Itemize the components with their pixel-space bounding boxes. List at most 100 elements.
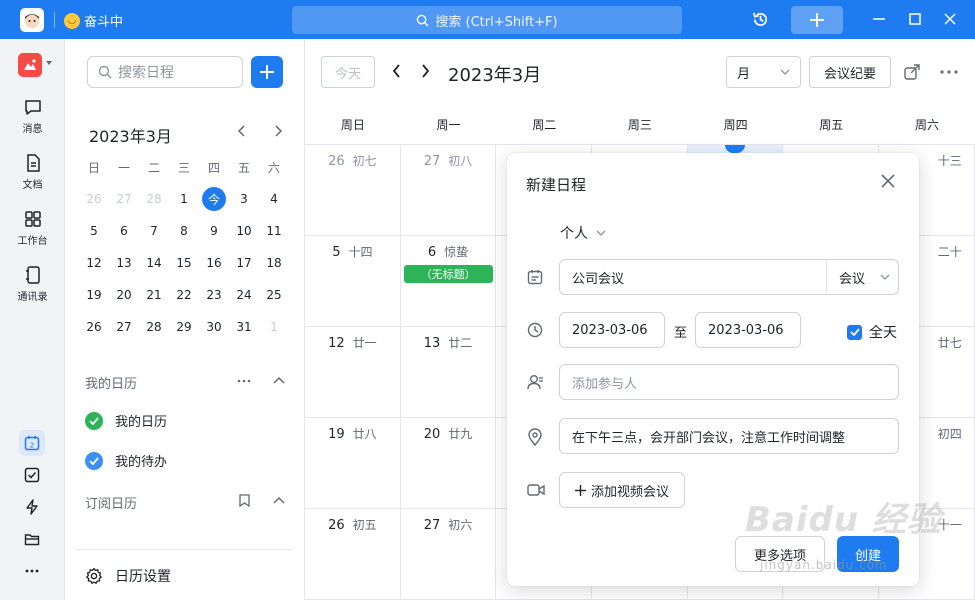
subscribed-collapse-button[interactable] [273,495,285,505]
dialog-title: 新建日程 [526,176,587,194]
end-date-input[interactable]: 2023-03-06 [695,312,801,348]
nav-files[interactable] [19,526,45,552]
day-cell[interactable]: 26 初五 [305,509,401,599]
today-button[interactable]: 今天 [321,56,375,88]
history-button[interactable] [751,10,770,29]
mini-day[interactable]: 18 [259,247,289,279]
mini-day[interactable]: 17 [229,247,259,279]
maximize-button[interactable] [908,12,922,26]
meeting-notes-button[interactable]: 会议纪要 [809,56,891,88]
day-cell[interactable]: 19 廿八 [305,418,401,508]
mini-day[interactable]: 15 [169,247,199,279]
day-cell[interactable]: 27 初六 [401,509,497,599]
mini-day[interactable]: 16 [199,247,229,279]
mini-day[interactable]: 19 [79,279,109,311]
mini-day[interactable]: 24 [229,279,259,311]
day-cell[interactable]: 26 初七 [305,145,401,235]
mini-day-number: 1 [270,320,278,334]
calendar-item-my-todo[interactable]: 我的待办 [85,451,167,470]
event-type-select[interactable]: 会议 [826,259,898,295]
mini-day[interactable]: 3 [229,183,259,215]
view-select[interactable]: 月 [726,56,801,88]
attendees-input[interactable]: 添加参与人 [559,364,899,400]
start-date-input[interactable]: 2023-03-06 [559,312,665,348]
my-calendars-collapse-button[interactable] [273,375,285,385]
mini-prev-month-button[interactable] [237,125,247,137]
day-number: 26 [328,518,345,533]
chevron-down-icon[interactable] [46,61,52,65]
day-cell[interactable]: 6 惊蛰 （无标题） [401,236,497,326]
mini-next-month-button[interactable] [273,125,283,137]
nav-docs[interactable]: 文档 [0,153,65,191]
quick-create-button[interactable] [791,6,843,34]
chevron-up-icon [273,376,285,384]
dialog-close-button[interactable] [880,173,896,189]
mini-day[interactable]: 10 [229,215,259,247]
mini-day[interactable]: 1 [169,183,199,215]
mini-day[interactable]: 14 [139,247,169,279]
mini-day[interactable]: 1 [259,311,289,343]
calendar-select[interactable]: 个人 [560,223,608,243]
mini-day[interactable]: 28 [139,183,169,215]
add-schedule-button[interactable] [251,56,283,88]
nav-more[interactable] [19,558,45,584]
nav-approval[interactable] [19,494,45,520]
event-type-value: 会议 [839,271,866,287]
mini-day[interactable]: 13 [109,247,139,279]
next-month-button[interactable] [420,64,430,78]
calendar-settings-button[interactable]: 日历设置 [85,566,171,586]
mini-day-number: 13 [116,256,132,270]
close-window-button[interactable] [943,12,957,26]
mini-day[interactable]: 23 [199,279,229,311]
global-search[interactable]: 搜索 (Ctrl+Shift+F) [292,6,682,34]
share-calendar-button[interactable] [904,64,921,80]
my-calendars-more-button[interactable] [237,379,251,383]
mini-day[interactable]: 29 [169,311,199,343]
prev-month-button[interactable] [392,64,402,78]
day-cell[interactable]: 27 初八 [401,145,497,235]
mini-day[interactable]: 22 [169,279,199,311]
minimize-button[interactable] [872,12,886,26]
mini-day[interactable]: 8 [169,215,199,247]
mini-day[interactable]: 7 [139,215,169,247]
mini-day[interactable]: 26 [79,183,109,215]
location-input[interactable]: 在下午三点，会开部门会议，注意工作时间调整 [559,418,899,454]
chevron-right-icon [422,64,430,78]
mini-day[interactable]: 25 [259,279,289,311]
event-chip[interactable]: （无标题） [403,265,493,283]
mini-day-today[interactable]: 今 [199,183,229,215]
mini-day[interactable]: 12 [79,247,109,279]
mini-day[interactable]: 6 [109,215,139,247]
nav-workspace[interactable]: 工作台 [0,209,65,247]
mini-day[interactable]: 31 [229,311,259,343]
calendar-item-my-calendar[interactable]: 我的日历 [85,411,167,430]
baidu-watermark: Baidu 经验 [745,500,942,540]
mini-day[interactable]: 28 [139,311,169,343]
nav-calendar[interactable]: 2 [19,430,45,456]
nav-tasks[interactable] [19,462,45,488]
mini-day[interactable]: 21 [139,279,169,311]
mini-day[interactable]: 27 [109,183,139,215]
nav-messages[interactable]: 消息 [0,97,65,135]
mini-day[interactable]: 9 [199,215,229,247]
schedule-search-input[interactable]: 搜索日程 [87,56,243,88]
mini-day[interactable]: 26 [79,311,109,343]
day-cell[interactable]: 20 廿九 [401,418,497,508]
day-cell[interactable]: 12 廿一 [305,327,401,417]
mini-day[interactable]: 20 [109,279,139,311]
mini-day[interactable]: 30 [199,311,229,343]
more-options-button[interactable] [940,70,958,74]
user-status[interactable]: ◡ 奋斗中 [64,11,123,30]
mini-day[interactable]: 5 [79,215,109,247]
mini-day[interactable]: 11 [259,215,289,247]
mini-day[interactable]: 4 [259,183,289,215]
add-video-meeting-button[interactable]: 添加视频会议 [559,472,685,508]
mini-day[interactable]: 27 [109,311,139,343]
subscribe-button[interactable] [239,494,250,507]
app-logo[interactable] [18,53,42,77]
user-avatar[interactable] [20,8,44,32]
nav-contacts[interactable]: 通讯录 [0,265,65,303]
all-day-checkbox[interactable]: 全天 [847,322,897,342]
day-cell[interactable]: 13 廿二 [401,327,497,417]
day-cell[interactable]: 5 十四 [305,236,401,326]
